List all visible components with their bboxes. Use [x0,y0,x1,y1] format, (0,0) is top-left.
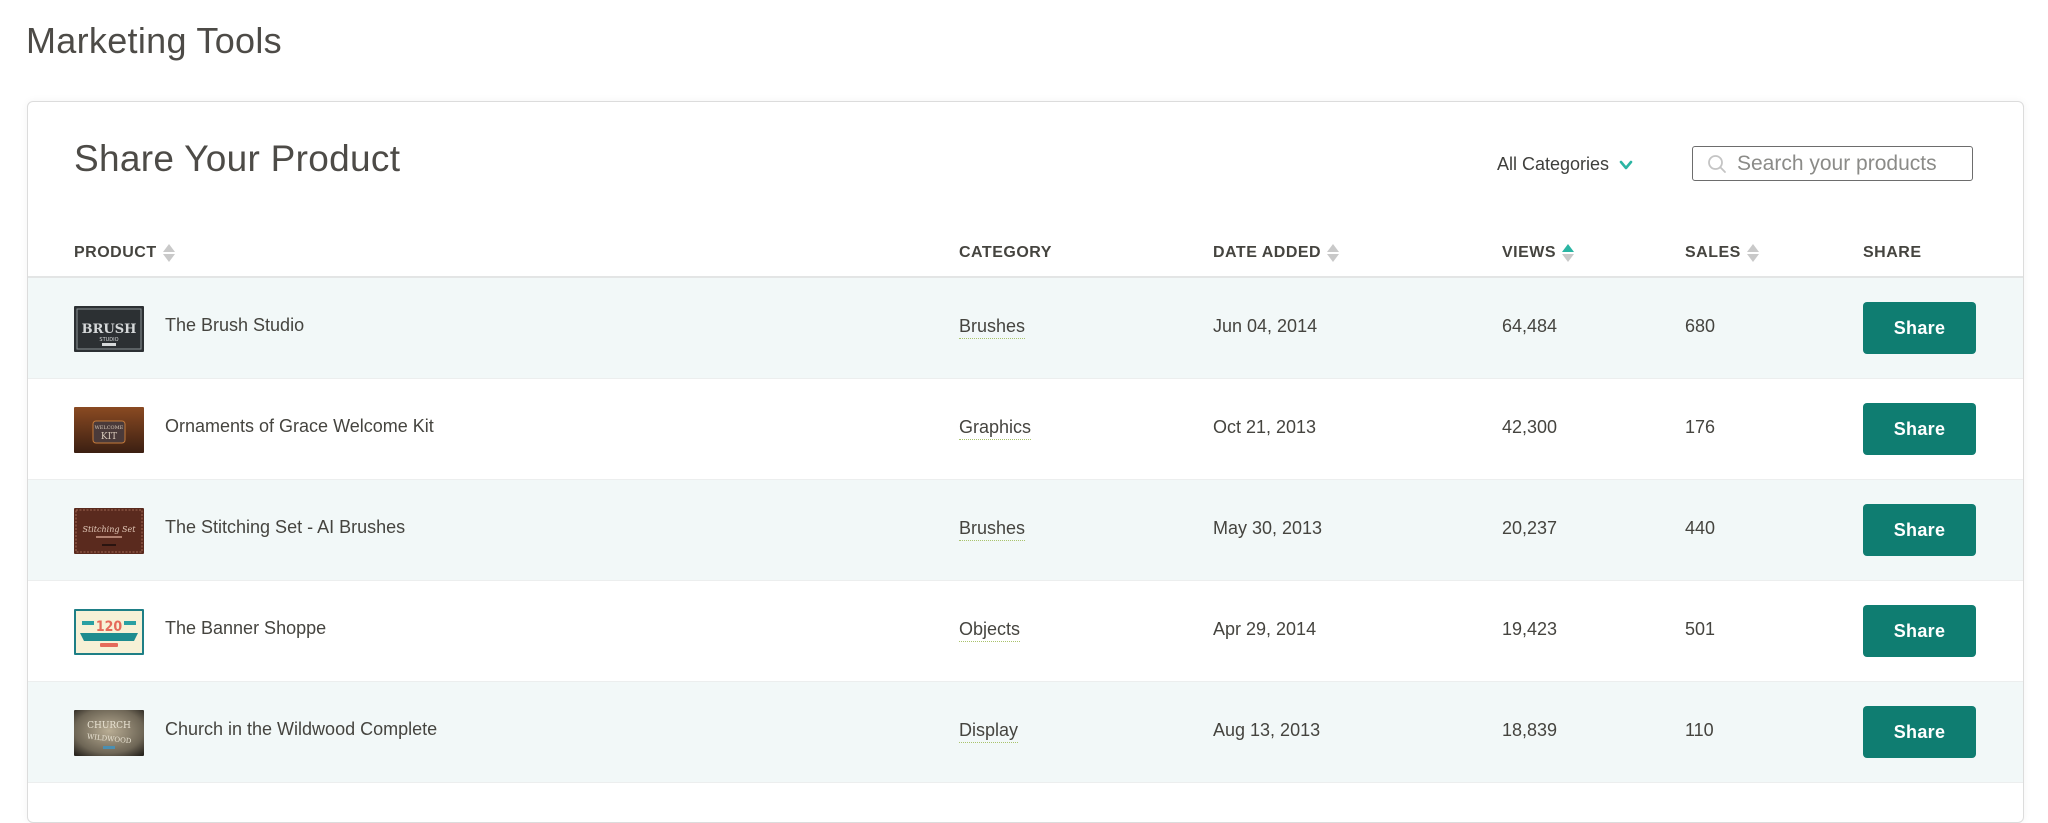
views-count: 42,300 [1502,417,1558,437]
share-button[interactable]: Share [1863,504,1976,556]
stitching-set-thumbnail[interactable]: Stitching Set [74,508,144,554]
views-count: 64,484 [1502,316,1558,336]
category-link[interactable]: Objects [959,619,1021,642]
sort-icon[interactable] [162,244,175,262]
table-row: Stitching Set The Stitching Set - AI Bru… [28,480,2023,581]
share-product-card: Share Your Product All Categories PRODUC… [27,101,2024,823]
column-label: SALES [1685,244,1741,261]
date-added: Aug 13, 2013 [1213,720,1321,740]
column-header-date-added[interactable]: DATE ADDED [1213,244,1340,262]
svg-text:120: 120 [96,619,123,635]
table-row: CHURCH WILDWOOD Church in the Wildwood C… [28,682,2023,783]
product-name: The Stitching Set - AI Brushes [165,517,406,537]
card-title: Share Your Product [74,138,401,179]
sales-count: 501 [1685,619,1716,639]
sales-count: 440 [1685,518,1716,538]
welcome-kit-thumbnail[interactable]: WELCOME KIT [74,407,144,453]
sort-icon[interactable] [1327,244,1340,262]
share-button[interactable]: Share [1863,706,1976,758]
category-link[interactable]: Brushes [959,518,1026,541]
date-added: May 30, 2013 [1213,518,1323,538]
category-filter-dropdown[interactable]: All Categories [1497,154,1633,175]
product-name: The Brush Studio [165,315,305,335]
chevron-down-icon [1619,160,1633,169]
table-row: WELCOME KIT Ornaments of Grace Welcome K… [28,379,2023,480]
views-count: 19,423 [1502,619,1558,639]
svg-text:WELCOME: WELCOME [95,425,124,431]
column-header-category: CATEGORY [959,244,1052,262]
banner-shoppe-thumbnail[interactable]: 120 [74,609,144,655]
svg-text:Stitching Set: Stitching Set [83,525,137,534]
date-added: Jun 04, 2014 [1213,316,1318,336]
brush-studio-thumbnail[interactable]: BRUSH STUDIO [74,306,144,352]
church-wildwood-thumbnail[interactable]: CHURCH WILDWOOD [74,710,144,756]
category-link[interactable]: Display [959,720,1019,743]
date-added: Oct 21, 2013 [1213,417,1317,437]
column-header-views[interactable]: VIEWS [1502,244,1575,262]
search-input[interactable] [1737,151,1967,176]
share-button[interactable]: Share [1863,302,1976,354]
column-label: VIEWS [1502,244,1557,261]
column-header-share: SHARE [1863,244,1922,262]
sales-count: 176 [1685,417,1716,437]
column-header-sales[interactable]: SALES [1685,244,1759,262]
column-header-product[interactable]: PRODUCT [74,244,175,262]
product-name: The Banner Shoppe [165,618,327,638]
views-count: 18,839 [1502,720,1558,740]
svg-text:STUDIO: STUDIO [99,337,118,343]
sort-ascending-icon[interactable] [1562,244,1575,262]
column-label: PRODUCT [74,244,157,261]
page-title: Marketing Tools [26,20,282,61]
column-label: DATE ADDED [1213,244,1322,261]
category-filter-label: All Categories [1497,154,1610,174]
svg-text:BRUSH: BRUSH [82,322,137,337]
product-name: Ornaments of Grace Welcome Kit [165,416,434,436]
svg-text:CHURCH: CHURCH [87,721,131,731]
column-label: CATEGORY [959,244,1052,261]
category-link[interactable]: Brushes [959,316,1026,339]
share-button[interactable]: Share [1863,403,1976,455]
product-name: Church in the Wildwood Complete [165,719,438,739]
column-label: SHARE [1863,244,1922,261]
svg-text:KIT: KIT [101,432,117,442]
table-row: BRUSH STUDIO The Brush Studio Brushes Ju… [28,278,2023,379]
views-count: 20,237 [1502,518,1558,538]
sort-icon[interactable] [1746,244,1759,262]
table-header: PRODUCT CATEGORY DATE ADDED VIEWS SALES … [28,230,2023,278]
sales-count: 680 [1685,316,1716,336]
search-box[interactable] [1692,146,1973,181]
date-added: Apr 29, 2014 [1213,619,1317,639]
sales-count: 110 [1685,720,1714,740]
category-link[interactable]: Graphics [959,417,1032,440]
product-table-body: BRUSH STUDIO The Brush Studio Brushes Ju… [28,278,2023,783]
table-row: 120 The Banner Shoppe Objects Apr 29, 20… [28,581,2023,682]
share-button[interactable]: Share [1863,605,1976,657]
search-icon [1708,154,1726,173]
